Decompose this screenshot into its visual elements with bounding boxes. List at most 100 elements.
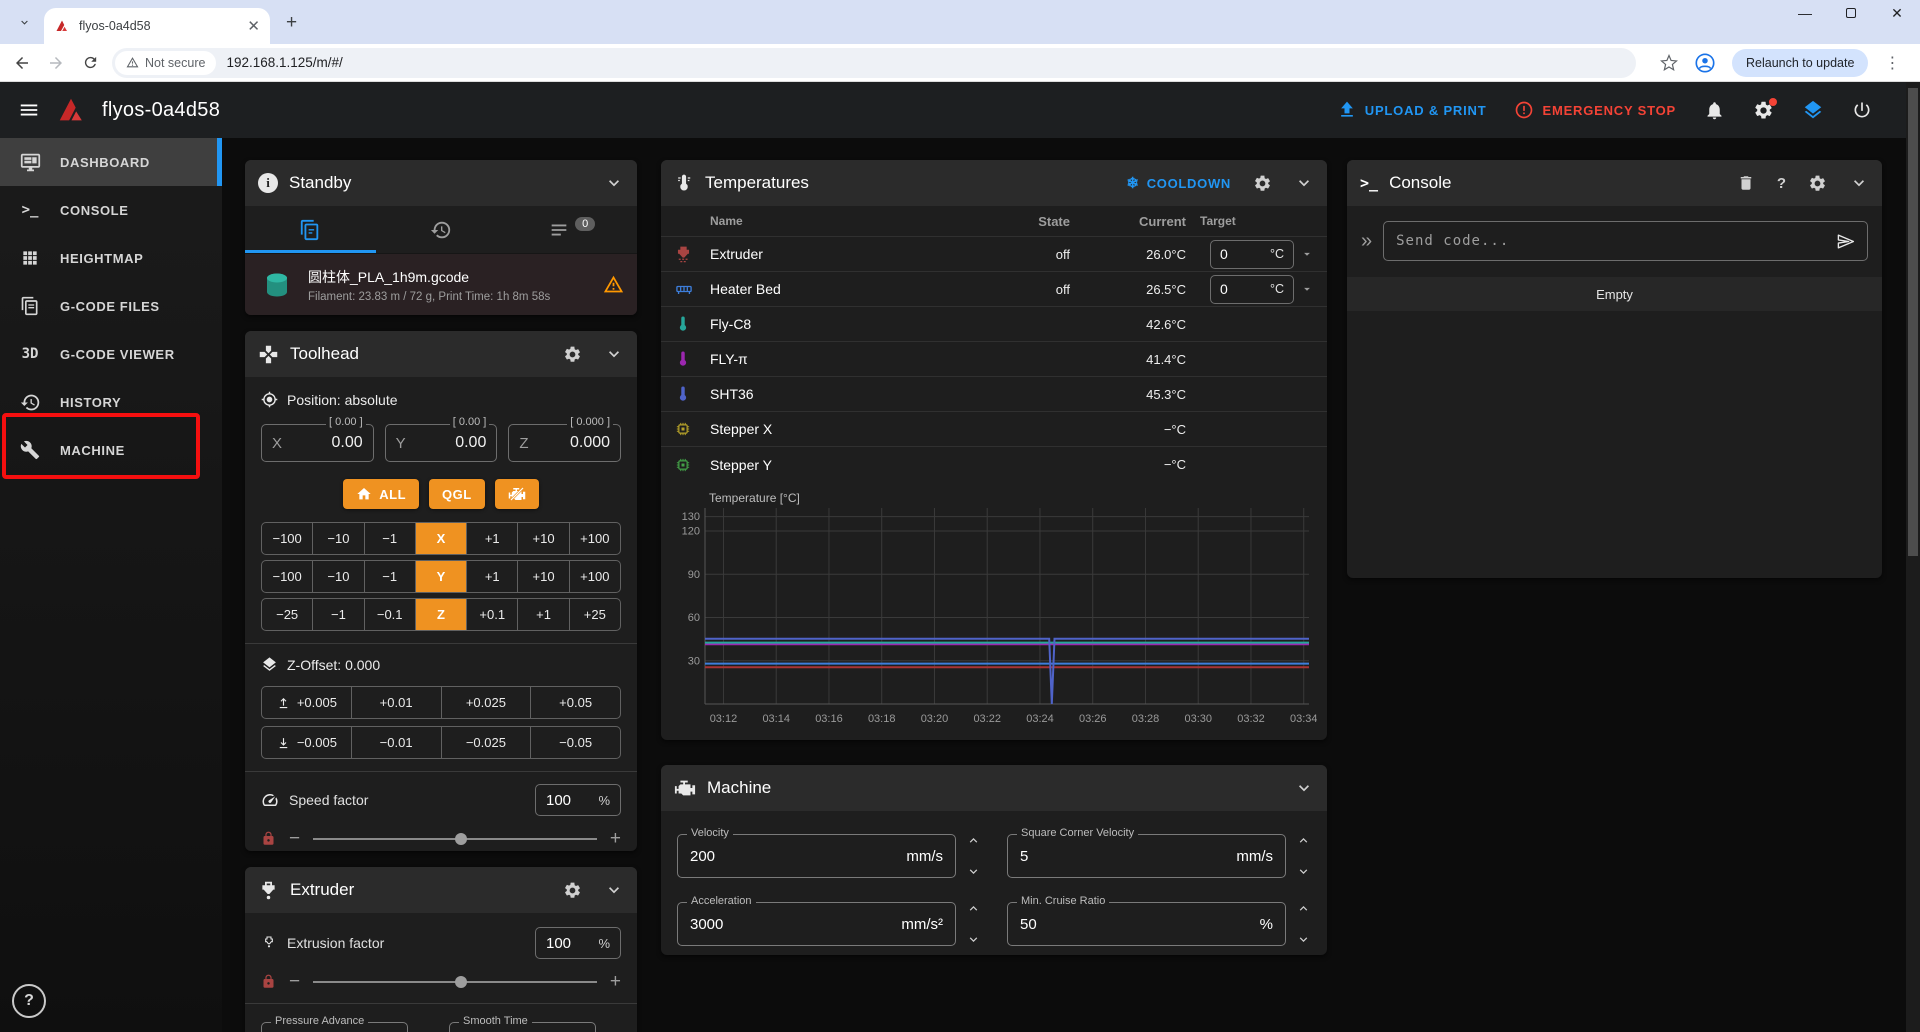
relaunch-to-update-button[interactable]: Relaunch to update <box>1732 49 1868 77</box>
help-button[interactable]: ? <box>12 984 46 1018</box>
menu-hamburger-icon[interactable] <box>18 99 40 121</box>
cooldown-button[interactable]: ❄ COOLDOWN <box>1126 174 1231 192</box>
slider-thumb[interactable] <box>455 833 467 845</box>
profile-avatar-icon[interactable] <box>1694 52 1716 74</box>
z-offset-button[interactable]: +0.05 <box>530 687 620 718</box>
toolhead-collapse-icon[interactable] <box>604 344 624 364</box>
console-help-icon[interactable]: ? <box>1777 175 1786 192</box>
target-dropdown-icon[interactable] <box>1300 247 1314 261</box>
z-offset-button[interactable]: −0.025 <box>441 727 531 758</box>
lock-icon[interactable] <box>261 831 276 846</box>
reload-button[interactable] <box>78 51 102 75</box>
smooth-time-field[interactable]: Smooth Time 0.04 s <box>449 1022 596 1032</box>
speed-increase-button[interactable]: + <box>610 829 621 848</box>
layers-icon[interactable] <box>1802 99 1824 121</box>
pressure-advance-field[interactable]: Pressure Advance 0.05 s <box>261 1022 408 1032</box>
z-offset-button[interactable]: −0.05 <box>530 727 620 758</box>
jog-button[interactable]: −1 <box>312 599 363 630</box>
accel-increase-button[interactable] <box>966 901 981 916</box>
temperatures-collapse-icon[interactable] <box>1294 173 1314 193</box>
sidebar-item-heightmap[interactable]: HEIGHTMAP <box>0 234 222 282</box>
slider-thumb[interactable] <box>455 976 467 988</box>
jog-button[interactable]: +1 <box>466 523 517 554</box>
jog-button[interactable]: −1 <box>364 523 415 554</box>
extrusion-slider[interactable] <box>313 981 597 983</box>
console-collapse-icon[interactable] <box>1849 173 1869 193</box>
acceleration-field[interactable]: Acceleration 3000 mm/s² <box>677 902 956 946</box>
extruder-target-input[interactable]: °C <box>1210 240 1294 269</box>
jog-button[interactable]: +25 <box>569 599 620 630</box>
console-settings-icon[interactable] <box>1808 174 1827 193</box>
z-offset-button[interactable]: +0.025 <box>441 687 531 718</box>
scv-decrease-button[interactable] <box>1296 864 1311 879</box>
extruder-settings-icon[interactable] <box>563 881 582 900</box>
sidebar-item-console[interactable]: >_ CONSOLE <box>0 186 222 234</box>
page-scrollbar[interactable] <box>1906 82 1920 1032</box>
velocity-decrease-button[interactable] <box>966 864 981 879</box>
jog-button[interactable]: −0.1 <box>364 599 415 630</box>
jog-button[interactable]: −100 <box>262 523 312 554</box>
extrusion-increase-button[interactable]: + <box>610 972 621 991</box>
jog-button[interactable]: −100 <box>262 561 312 592</box>
square-corner-velocity-field[interactable]: Square Corner Velocity 5 mm/s <box>1007 834 1286 878</box>
min-cruise-ratio-field[interactable]: Min. Cruise Ratio 50 % <box>1007 902 1286 946</box>
settings-gear-icon[interactable] <box>1753 100 1774 121</box>
z-offset-button[interactable]: +0.005 <box>262 687 351 718</box>
sidebar-item-dashboard[interactable]: DASHBOARD <box>0 138 222 186</box>
scrollbar-thumb[interactable] <box>1908 88 1918 556</box>
temp-row-fly-pi[interactable]: FLY-π 41.4°C <box>661 342 1327 377</box>
jog-button[interactable]: +1 <box>466 561 517 592</box>
window-maximize-button[interactable] <box>1842 4 1860 22</box>
temp-row-stepper-y[interactable]: Stepper Y −°C <box>661 447 1327 482</box>
not-secure-chip[interactable]: Not secure <box>115 51 216 75</box>
tab-history[interactable] <box>376 206 507 253</box>
jog-button[interactable]: +100 <box>569 523 620 554</box>
target-value-input[interactable] <box>1220 281 1254 297</box>
jog-button[interactable]: +100 <box>569 561 620 592</box>
temp-row-heater-bed[interactable]: Heater Bed off 26.5°C °C <box>661 272 1327 307</box>
jog-button[interactable]: +0.1 <box>466 599 517 630</box>
extrusion-factor-input[interactable]: 100 % <box>535 927 621 959</box>
file-warning-icon[interactable] <box>603 274 624 295</box>
temp-row-stepper-x[interactable]: Stepper X −°C <box>661 412 1327 447</box>
temp-row-extruder[interactable]: Extruder off 26.0°C °C <box>661 237 1327 272</box>
send-icon[interactable] <box>1836 232 1855 251</box>
emergency-stop-button[interactable]: EMERGENCY STOP <box>1514 100 1676 120</box>
jog-button[interactable]: −10 <box>312 561 363 592</box>
qgl-button[interactable]: QGL <box>429 479 485 509</box>
browser-tab[interactable]: flyos-0a4d58 ✕ <box>44 8 270 44</box>
target-dropdown-icon[interactable] <box>1300 282 1314 296</box>
window-close-button[interactable]: ✕ <box>1888 4 1906 22</box>
cruise-increase-button[interactable] <box>1296 901 1311 916</box>
speed-factor-input[interactable]: 100 % <box>535 784 621 816</box>
tab-close-icon[interactable]: ✕ <box>247 17 260 35</box>
send-code-input[interactable] <box>1396 233 1828 249</box>
velocity-increase-button[interactable] <box>966 833 981 848</box>
z-offset-button[interactable]: +0.01 <box>351 687 441 718</box>
app-logo[interactable] <box>56 95 86 125</box>
heater-bed-target-input[interactable]: °C <box>1210 275 1294 304</box>
upload-and-print-button[interactable]: UPLOAD & PRINT <box>1337 100 1487 120</box>
notifications-bell-icon[interactable] <box>1704 100 1725 121</box>
power-icon[interactable] <box>1852 100 1872 120</box>
target-value-input[interactable] <box>1220 246 1254 262</box>
browser-menu-icon[interactable]: ⋮ <box>1884 53 1900 73</box>
sidebar-item-gcode-viewer[interactable]: 3D G-CODE VIEWER <box>0 330 222 378</box>
temp-row-fly-c8[interactable]: Fly-C8 42.6°C <box>661 307 1327 342</box>
console-expand-icon[interactable]: » <box>1361 231 1372 251</box>
sidebar-item-gcode-files[interactable]: G-CODE FILES <box>0 282 222 330</box>
jog-button[interactable]: −10 <box>312 523 363 554</box>
tab-search-button[interactable] <box>10 9 38 35</box>
velocity-field[interactable]: Velocity 200 mm/s <box>677 834 956 878</box>
forward-button[interactable] <box>44 51 68 75</box>
tab-queue[interactable]: 0 <box>506 206 637 253</box>
z-offset-button[interactable]: −0.01 <box>351 727 441 758</box>
toolhead-settings-icon[interactable] <box>563 345 582 364</box>
accel-decrease-button[interactable] <box>966 932 981 947</box>
home-all-button[interactable]: ALL <box>343 479 419 509</box>
tab-files[interactable] <box>245 206 376 253</box>
console-command-input[interactable] <box>1383 221 1868 261</box>
jog-button[interactable]: +10 <box>517 561 568 592</box>
speed-slider[interactable] <box>313 838 597 840</box>
bookmark-star-icon[interactable] <box>1660 54 1678 72</box>
